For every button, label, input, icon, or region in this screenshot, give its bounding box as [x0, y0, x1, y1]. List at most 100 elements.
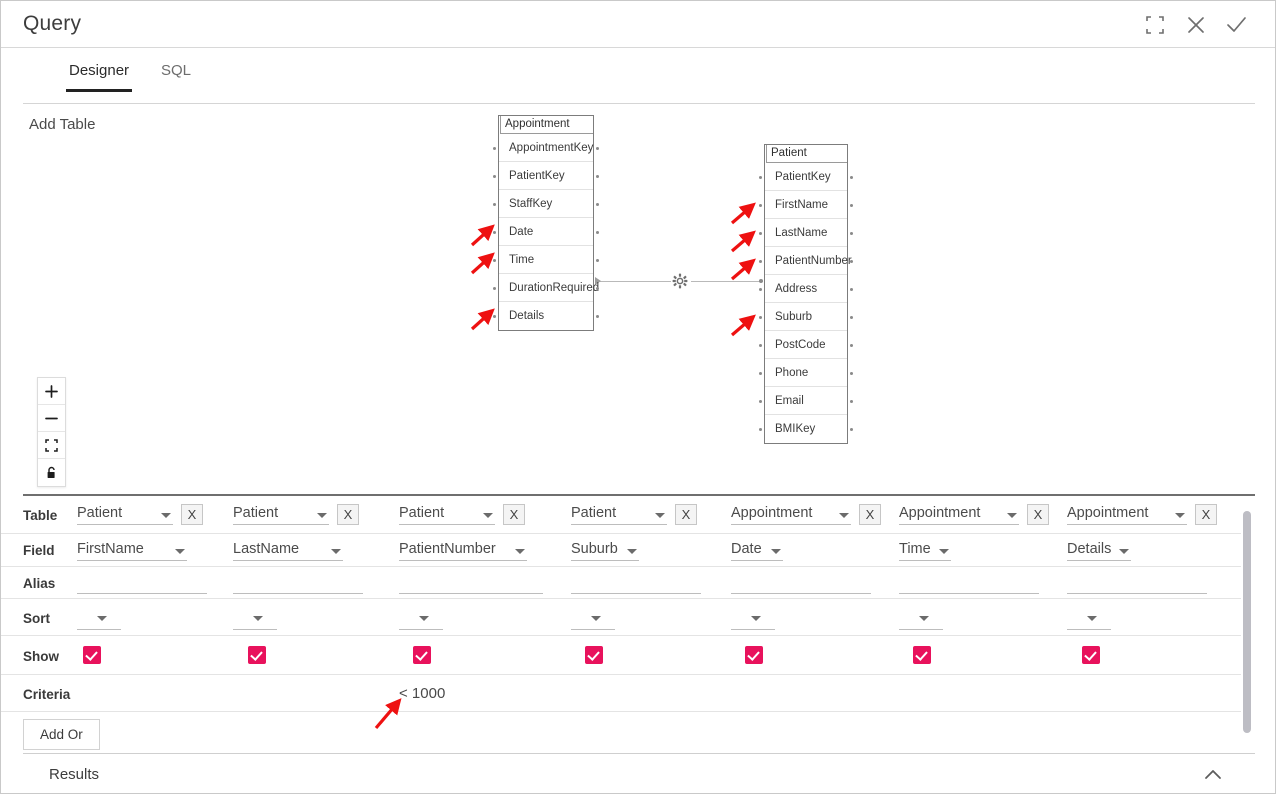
entity-appointment[interactable]: Appointment AppointmentKey PatientKey St…	[493, 115, 599, 331]
sort-select-3[interactable]	[571, 609, 615, 630]
field-label: FirstName	[775, 199, 829, 211]
field-select-0[interactable]: FirstName	[77, 541, 187, 561]
field-select-1[interactable]: LastName	[233, 541, 343, 561]
entity-field-row[interactable]: PostCode	[759, 331, 853, 359]
alias-input-1[interactable]	[233, 573, 363, 594]
table-select-6[interactable]: Appointment	[1067, 505, 1187, 525]
criteria-input-2[interactable]: < 1000	[399, 685, 543, 702]
remove-column-1[interactable]: X	[337, 504, 359, 525]
table-select-value: Patient	[77, 505, 123, 521]
tab-designer[interactable]: Designer	[65, 62, 133, 92]
field-select-3[interactable]: Suburb	[571, 541, 639, 561]
remove-column-0[interactable]: X	[181, 504, 203, 525]
field-select-5[interactable]: Time	[899, 541, 951, 561]
remove-column-5[interactable]: X	[1027, 504, 1049, 525]
alias-input-5[interactable]	[899, 573, 1039, 594]
entity-field-row[interactable]: AppointmentKey	[493, 134, 599, 162]
sort-cell-6	[1067, 609, 1111, 635]
zoom-out-icon[interactable]	[38, 405, 65, 432]
field-cell-5: Time	[899, 540, 951, 561]
field-port-right	[596, 259, 599, 262]
fit-screen-icon[interactable]	[38, 432, 65, 459]
grid-row-alias: Alias	[1, 567, 1241, 599]
alias-input-2[interactable]	[399, 573, 543, 594]
row-label-show: Show	[23, 649, 59, 664]
entity-patient[interactable]: Patient PatientKey FirstName LastName Pa…	[759, 144, 853, 444]
close-icon[interactable]	[1183, 12, 1209, 38]
field-label: LastName	[775, 227, 828, 239]
table-select-1[interactable]: Patient	[233, 505, 329, 525]
remove-column-2[interactable]: X	[503, 504, 525, 525]
alias-cell-1[interactable]	[233, 573, 363, 594]
chevron-down-icon	[483, 513, 493, 518]
show-checkbox-3[interactable]	[585, 646, 603, 664]
join-settings-gear-icon[interactable]	[672, 273, 688, 294]
alias-cell-6[interactable]	[1067, 573, 1207, 594]
entity-field-row[interactable]: StaffKey	[493, 190, 599, 218]
chevron-up-icon[interactable]	[1201, 766, 1225, 784]
zoom-in-icon[interactable]	[38, 378, 65, 405]
entity-field-row[interactable]: LastName	[759, 219, 853, 247]
entity-field-row[interactable]: PatientKey	[759, 163, 853, 191]
entity-field-row[interactable]: PatientNumber	[759, 247, 853, 275]
tab-sql[interactable]: SQL	[161, 62, 191, 91]
grid-row-criteria: Criteria < 1000	[1, 675, 1241, 712]
sort-select-6[interactable]	[1067, 609, 1111, 630]
table-select-4[interactable]: Appointment	[731, 505, 851, 525]
join-line-left	[597, 281, 671, 282]
remove-column-3[interactable]: X	[675, 504, 697, 525]
alias-cell-4[interactable]	[731, 573, 871, 594]
sort-cell-1	[233, 609, 277, 635]
show-checkbox-0[interactable]	[83, 646, 101, 664]
sort-select-4[interactable]	[731, 609, 775, 630]
entity-field-row[interactable]: Email	[759, 387, 853, 415]
table-select-0[interactable]: Patient	[77, 505, 173, 525]
field-port-right	[850, 428, 853, 431]
alias-input-0[interactable]	[77, 573, 207, 594]
field-select-6[interactable]: Details	[1067, 541, 1132, 561]
field-select-value: LastName	[233, 541, 300, 557]
expand-icon[interactable]	[1142, 12, 1168, 38]
confirm-icon[interactable]	[1223, 12, 1249, 38]
table-select-2[interactable]: Patient	[399, 505, 495, 525]
alias-cell-2[interactable]	[399, 573, 543, 594]
add-table-button[interactable]: Add Table	[29, 116, 95, 133]
alias-input-4[interactable]	[731, 573, 871, 594]
remove-column-4[interactable]: X	[859, 504, 881, 525]
alias-cell-5[interactable]	[899, 573, 1039, 594]
alias-input-6[interactable]	[1067, 573, 1207, 594]
field-select-2[interactable]: PatientNumber	[399, 541, 527, 561]
show-checkbox-1[interactable]	[248, 646, 266, 664]
show-checkbox-6[interactable]	[1082, 646, 1100, 664]
sort-select-5[interactable]	[899, 609, 943, 630]
show-checkbox-2[interactable]	[413, 646, 431, 664]
alias-input-3[interactable]	[571, 573, 701, 594]
entity-field-row[interactable]: Date	[493, 218, 599, 246]
sort-select-2[interactable]	[399, 609, 443, 630]
show-checkbox-5[interactable]	[913, 646, 931, 664]
table-select-5[interactable]: Appointment	[899, 505, 1019, 525]
sort-select-1[interactable]	[233, 609, 277, 630]
field-select-4[interactable]: Date	[731, 541, 783, 561]
sort-select-0[interactable]	[77, 609, 121, 630]
entity-field-row[interactable]: Time	[493, 246, 599, 274]
tab-bar: Designer SQL	[1, 48, 1275, 134]
entity-field-row[interactable]: FirstName	[759, 191, 853, 219]
field-port-left	[759, 260, 762, 263]
lock-icon[interactable]	[38, 459, 65, 486]
entity-field-row[interactable]: BMIKey	[759, 415, 853, 443]
alias-cell-3[interactable]	[571, 573, 701, 594]
grid-scrollbar[interactable]	[1243, 511, 1251, 733]
entity-field-row[interactable]: Address	[759, 275, 853, 303]
entity-field-row[interactable]: Suburb	[759, 303, 853, 331]
entity-field-row[interactable]: Details	[493, 302, 599, 330]
remove-column-6[interactable]: X	[1195, 504, 1217, 525]
table-select-3[interactable]: Patient	[571, 505, 667, 525]
add-or-button[interactable]: Add Or	[23, 719, 100, 750]
entity-field-row[interactable]: DurationRequired	[493, 274, 599, 302]
entity-field-row[interactable]: PatientKey	[493, 162, 599, 190]
show-checkbox-4[interactable]	[745, 646, 763, 664]
entity-field-row[interactable]: Phone	[759, 359, 853, 387]
alias-cell-0[interactable]	[77, 573, 207, 594]
field-port-right	[596, 287, 599, 290]
